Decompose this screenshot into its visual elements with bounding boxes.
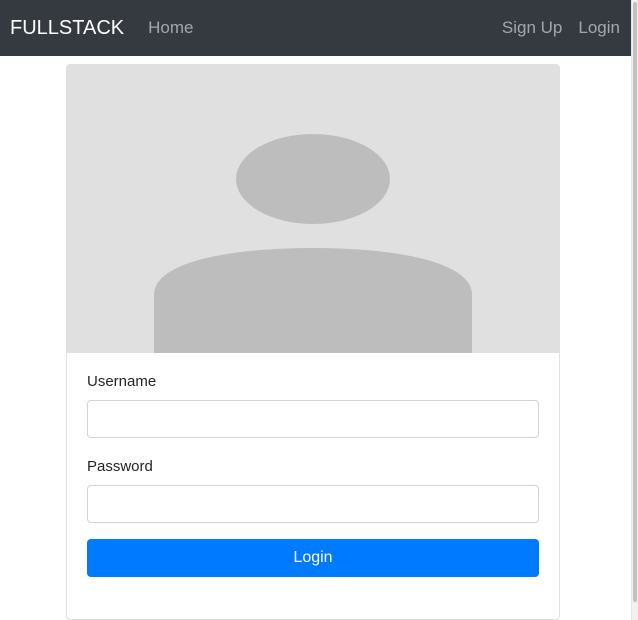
scrollbar-thumb[interactable] <box>633 2 637 602</box>
avatar-head-shape <box>236 134 390 224</box>
username-input[interactable] <box>87 400 539 438</box>
nav-signup-link[interactable]: Sign Up <box>502 18 562 38</box>
login-card: Username Password Login <box>66 64 560 620</box>
avatar-body-shape <box>154 248 472 353</box>
nav-login-link[interactable]: Login <box>578 18 620 38</box>
login-form: Username Password Login <box>67 353 559 577</box>
nav-right: Sign Up Login <box>502 18 622 38</box>
password-label: Password <box>87 458 153 475</box>
scrollbar[interactable] <box>631 0 638 620</box>
login-button[interactable]: Login <box>87 539 539 577</box>
brand-link[interactable]: FULLSTACK <box>10 17 124 40</box>
profile-image <box>67 65 559 353</box>
username-label: Username <box>87 373 157 390</box>
user-placeholder-icon <box>154 134 472 353</box>
password-input[interactable] <box>87 485 539 523</box>
nav-home-link[interactable]: Home <box>148 18 193 38</box>
navbar: FULLSTACK Home Sign Up Login <box>0 0 632 56</box>
